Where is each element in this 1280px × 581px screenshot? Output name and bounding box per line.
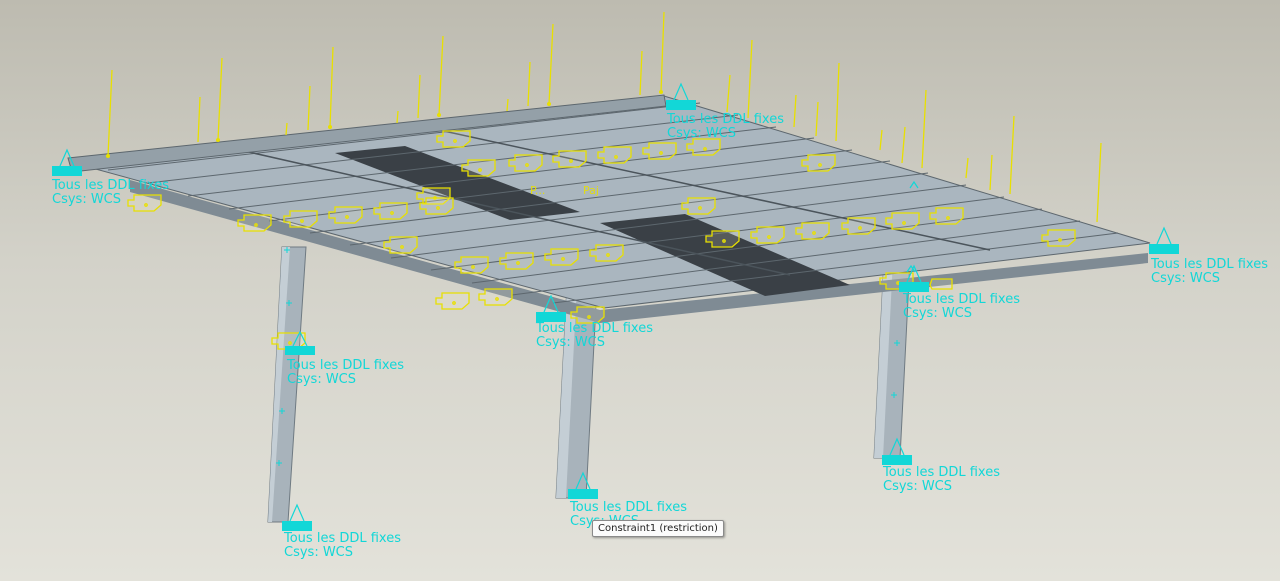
- constraint-type: Tous les DDL fixes: [284, 531, 401, 546]
- constraint-label[interactable]: Tous les DDL fixes Csys: WCS: [536, 322, 653, 350]
- constraint-label[interactable]: Tous les DDL fixes Csys: WCS: [1151, 258, 1268, 286]
- constraint-type: Tous les DDL fixes: [903, 292, 1020, 307]
- constraint-csys: Csys: WCS: [52, 192, 122, 207]
- constraint-label[interactable]: Tous les DDL fixes Csys: WCS: [284, 532, 401, 560]
- model-viewport[interactable]: P... Paj Tous les DDL fixes Csys: WCS To…: [0, 0, 1280, 581]
- hover-tooltip: Constraint1 (restriction): [592, 520, 724, 537]
- constraint-type: Tous les DDL fixes: [570, 500, 687, 515]
- beam-label-1: P...: [530, 184, 546, 197]
- constraint-csys: Csys: WCS: [883, 479, 953, 494]
- constraint-csys: Csys: WCS: [287, 372, 357, 387]
- constraint-type: Tous les DDL fixes: [883, 465, 1000, 480]
- constraint-label[interactable]: Tous les DDL fixes Csys: WCS: [287, 359, 404, 387]
- beam-label-2: Paj: [583, 184, 599, 197]
- constraint-type: Tous les DDL fixes: [536, 321, 653, 336]
- constraint-label[interactable]: Tous les DDL fixes Csys: WCS: [883, 466, 1000, 494]
- constraint-type: Tous les DDL fixes: [667, 112, 784, 127]
- constraint-label[interactable]: Tous les DDL fixes Csys: WCS: [667, 113, 784, 141]
- constraint-label[interactable]: Tous les DDL fixes Csys: WCS: [52, 179, 169, 207]
- constraint-csys: Csys: WCS: [903, 306, 973, 321]
- roof-deck[interactable]: [67, 94, 1151, 323]
- constraint-csys: Csys: WCS: [1151, 271, 1221, 286]
- constraint-csys: Csys: WCS: [667, 126, 737, 141]
- constraint-type: Tous les DDL fixes: [287, 358, 404, 373]
- constraint-type: Tous les DDL fixes: [52, 178, 169, 193]
- structure-model: [52, 11, 1179, 531]
- constraint-type: Tous les DDL fixes: [1151, 257, 1268, 272]
- constraint-label[interactable]: Tous les DDL fixes Csys: WCS: [903, 293, 1020, 321]
- constraint-csys: Csys: WCS: [284, 545, 354, 560]
- constraint-csys: Csys: WCS: [536, 335, 606, 350]
